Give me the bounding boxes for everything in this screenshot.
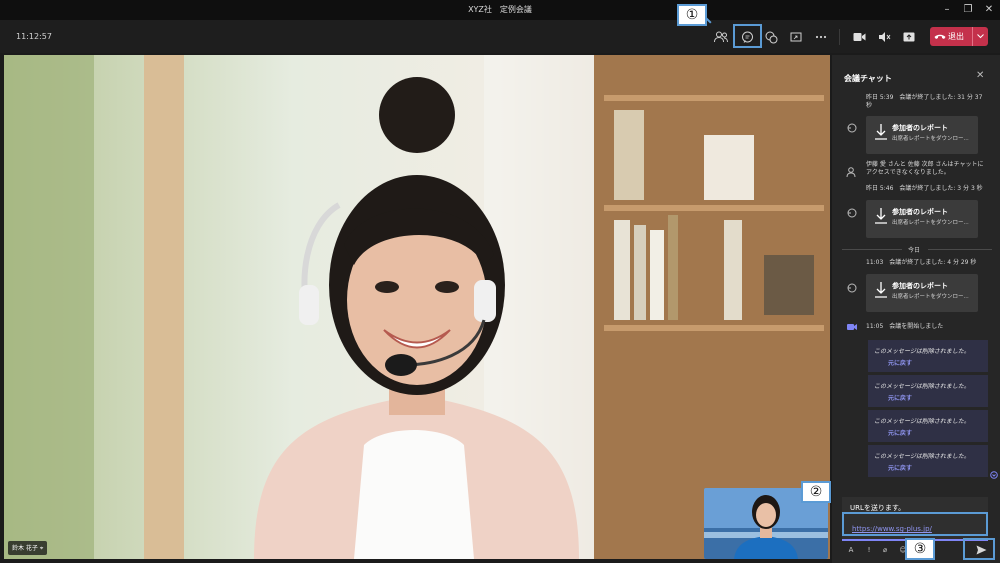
today-label: 今日 xyxy=(908,247,921,254)
undo-delete-link[interactable]: 元に戻す xyxy=(888,358,912,367)
download-icon xyxy=(875,124,887,140)
mic-button[interactable] xyxy=(873,27,895,47)
deleted-message-text: このメッセージは削除されました。 xyxy=(874,383,970,390)
chat-event: 昨日 5:46 会議が終了しました: 3 分 3 秒 xyxy=(866,185,983,192)
chevron-down-icon xyxy=(977,34,984,39)
meeting-started-icon xyxy=(847,324,857,330)
pin-icon: ⌖ xyxy=(39,545,44,552)
report-subtitle: 出席者レポートをダウンロー... xyxy=(892,136,969,142)
toolbar-separator xyxy=(839,29,840,45)
scroll-down-icon[interactable] xyxy=(990,471,998,479)
download-icon xyxy=(875,282,887,298)
main-video: 鈴木 花子 ⌖ xyxy=(4,55,830,559)
more-icon xyxy=(815,35,827,39)
meeting-toolbar: 11:12:57 退出 xyxy=(0,20,1000,53)
date-divider: 今日 xyxy=(842,245,992,254)
title-bar: XYZ社 定例会議 – ❐ ✕ xyxy=(0,0,1000,20)
undo-delete-link[interactable]: 元に戻す xyxy=(888,428,912,437)
deleted-message: このメッセージは削除されました。 元に戻す xyxy=(868,340,988,372)
camera-icon xyxy=(853,33,865,41)
attendance-report-card[interactable]: 参加者のレポート 出席者レポートをダウンロー... xyxy=(866,200,978,238)
important-icon[interactable]: ! xyxy=(864,545,874,555)
report-title: 参加者のレポート xyxy=(892,282,948,290)
report-title: 参加者のレポート xyxy=(892,124,948,132)
download-icon xyxy=(875,208,887,224)
report-subtitle: 出席者レポートをダウンロー... xyxy=(892,220,969,226)
participant-name-tag: 鈴木 花子 ⌖ xyxy=(8,541,48,555)
report-title: 参加者のレポート xyxy=(892,208,948,216)
participants-icon xyxy=(714,31,728,43)
attendance-report-card[interactable]: 参加者のレポート 出席者レポートをダウンロー... xyxy=(866,274,978,312)
callout-2: ② xyxy=(801,481,831,503)
meeting-ended-icon xyxy=(847,208,857,218)
leave-button[interactable]: 退出 xyxy=(930,27,988,46)
callout-1: ① xyxy=(677,4,707,26)
people-removed-icon xyxy=(846,167,856,178)
reactions-icon xyxy=(765,31,777,43)
deleted-message-text: このメッセージは削除されました。 xyxy=(874,453,970,460)
chat-close-button[interactable]: ✕ xyxy=(976,70,984,81)
undo-delete-link[interactable]: 元に戻す xyxy=(888,393,912,402)
participant-video-image xyxy=(4,55,830,559)
leave-label: 退出 xyxy=(948,32,964,41)
share-icon xyxy=(903,32,915,42)
minimize-button[interactable]: – xyxy=(940,3,954,16)
chat-event: 11:03 会議が終了しました: 4 分 29 秒 xyxy=(866,259,977,266)
share-button[interactable] xyxy=(898,27,920,47)
chat-event: 伊藤 愛 さんと 佐藤 次郎 さんはチャットにアクセスできなくなりました。 xyxy=(866,161,984,176)
chat-title: 会議チャット xyxy=(844,74,892,83)
meeting-clock: 11:12:57 xyxy=(16,32,52,41)
deleted-message-text: このメッセージは削除されました。 xyxy=(874,418,970,425)
close-window-button[interactable]: ✕ xyxy=(982,3,996,16)
format-icon[interactable]: A xyxy=(846,545,856,555)
phone-hangup-icon xyxy=(934,34,946,39)
reactions-button[interactable] xyxy=(760,27,782,47)
participant-name: 鈴木 花子 xyxy=(12,545,38,552)
callout-3: ③ xyxy=(905,538,935,560)
deleted-message: このメッセージは削除されました。 元に戻す xyxy=(868,445,988,477)
report-subtitle: 出席者レポートをダウンロー... xyxy=(892,294,969,300)
more-options-button[interactable] xyxy=(810,27,832,47)
camera-button[interactable] xyxy=(848,27,870,47)
meeting-chat-panel: 会議チャット ✕ 昨日 5:39 会議が終了しました: 31 分 37 秒 参加… xyxy=(832,55,1000,563)
attach-icon[interactable]: ⌀ xyxy=(880,545,890,555)
leave-dropdown-arrow[interactable] xyxy=(972,27,988,46)
chat-event: 11:05 会議を開始しました xyxy=(866,323,944,330)
attendance-report-card[interactable]: 参加者のレポート 出席者レポートをダウンロー... xyxy=(866,116,978,154)
share-tray-button[interactable] xyxy=(785,27,807,47)
mic-icon xyxy=(878,32,890,42)
deleted-message: このメッセージは削除されました。 元に戻す xyxy=(868,410,988,442)
url-highlight xyxy=(842,512,988,536)
undo-delete-link[interactable]: 元に戻す xyxy=(888,463,912,472)
send-button-highlight xyxy=(963,538,995,560)
meeting-ended-icon xyxy=(847,283,857,293)
deleted-message: このメッセージは削除されました。 元に戻す xyxy=(868,375,988,407)
chat-event: 昨日 5:39 会議が終了しました: 31 分 37 秒 xyxy=(866,94,983,109)
window-title: XYZ社 定例会議 xyxy=(468,5,532,14)
deleted-message-text: このメッセージは削除されました。 xyxy=(874,348,970,355)
participants-button[interactable] xyxy=(710,27,732,47)
share-tray-icon xyxy=(790,32,802,41)
chat-button-highlight xyxy=(733,24,762,48)
meeting-ended-icon xyxy=(847,123,857,133)
restore-button[interactable]: ❐ xyxy=(961,3,975,16)
